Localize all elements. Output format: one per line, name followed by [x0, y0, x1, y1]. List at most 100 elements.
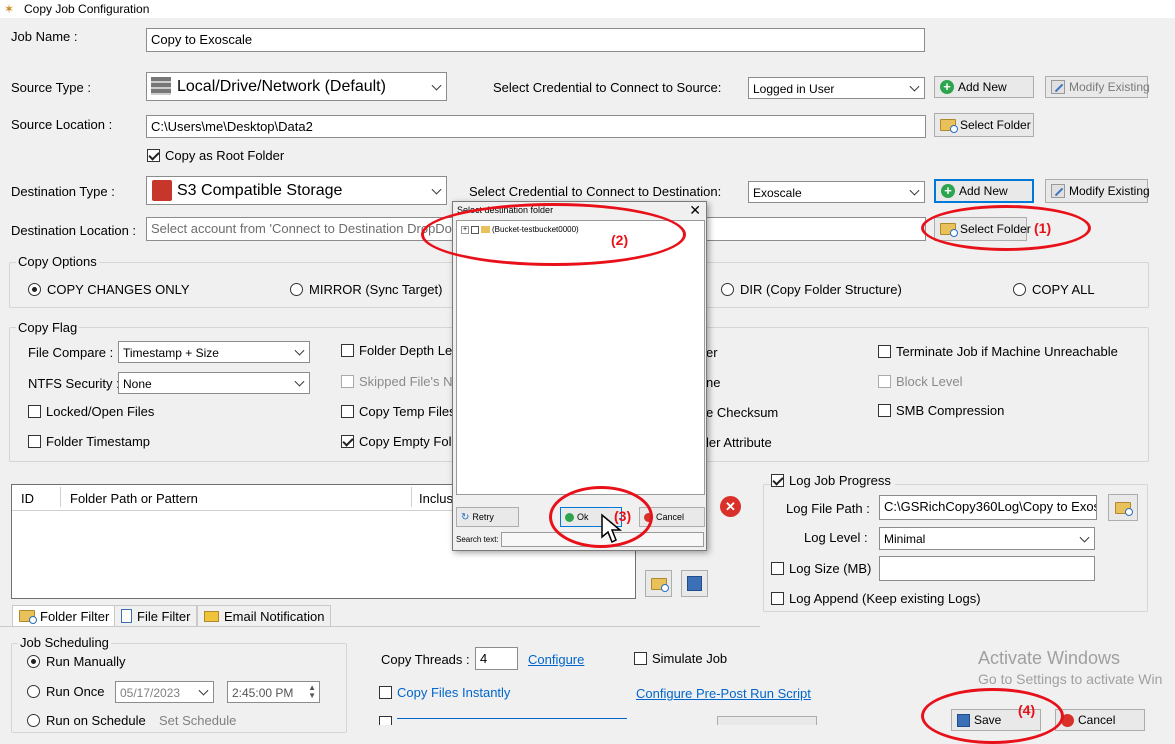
- log-file-path-input[interactable]: C:\GSRichCopy360Log\Copy to Exos: [879, 495, 1097, 520]
- terminate-job-label: Terminate Job if Machine Unreachable: [896, 344, 1118, 359]
- annotation-number-3: (3): [614, 508, 632, 524]
- log-browse-button[interactable]: [1108, 494, 1138, 521]
- run-manually-label: Run Manually: [46, 654, 126, 669]
- copy-flag-title: Copy Flag: [16, 320, 80, 335]
- source-select-folder-label: Select Folder: [960, 118, 1031, 132]
- block-level-checkbox[interactable]: Block Level: [878, 374, 962, 389]
- copy-all-radio[interactable]: COPY ALL: [1013, 282, 1095, 297]
- folder-timestamp-checkbox[interactable]: Folder Timestamp: [28, 434, 150, 449]
- block-level-label: Block Level: [896, 374, 963, 389]
- copy-empty-label: Copy Empty Fold: [359, 434, 459, 449]
- source-add-new-button[interactable]: + Add New: [934, 76, 1034, 98]
- configure-threads-link[interactable]: Configure: [528, 652, 584, 667]
- folder-depth-checkbox[interactable]: Folder Depth Leve: [341, 343, 466, 358]
- copy-empty-checkbox[interactable]: Copy Empty Fold: [341, 434, 459, 449]
- source-modify-existing-button[interactable]: Modify Existing: [1045, 76, 1150, 98]
- skipped-files-checkbox[interactable]: Skipped File's N: [341, 374, 453, 389]
- app-icon: ✶: [4, 2, 15, 16]
- tab-file-filter[interactable]: File Filter: [114, 605, 198, 627]
- smb-compression-checkbox[interactable]: SMB Compression: [878, 403, 1004, 418]
- job-name-input[interactable]: Copy to Exoscale: [146, 28, 925, 52]
- log-progress-checkbox[interactable]: Log Job Progress: [771, 473, 895, 488]
- locked-files-label: Locked/Open Files: [46, 404, 155, 419]
- refresh-icon: ↻: [461, 511, 470, 523]
- save-disk-icon: [687, 576, 702, 591]
- col3-label-3: e Checksum: [706, 405, 779, 420]
- mirror-label: MIRROR (Sync Target): [309, 282, 443, 297]
- col-path-header[interactable]: Folder Path or Pattern: [70, 491, 198, 507]
- tab-email-notification[interactable]: Email Notification: [197, 605, 332, 627]
- annotation-oval-4: [921, 688, 1064, 744]
- copy-files-instantly-checkbox[interactable]: Copy Files Instantly: [379, 685, 510, 700]
- simulate-job-checkbox[interactable]: Simulate Job: [634, 651, 727, 666]
- log-file-path-label: Log File Path :: [786, 501, 870, 516]
- dir-label: DIR (Copy Folder Structure): [740, 282, 902, 297]
- run-once-time-picker[interactable]: 2:45:00 PM ▲ ▼: [227, 681, 320, 703]
- skipped-files-label: Skipped File's N: [359, 374, 453, 389]
- retry-button[interactable]: ↻ Retry: [456, 507, 519, 527]
- col-id-header[interactable]: ID: [21, 491, 34, 507]
- col-include-header[interactable]: Inclus: [419, 491, 453, 507]
- log-size-checkbox[interactable]: Log Size (MB): [771, 561, 871, 576]
- title-bar: ✶ Copy Job Configuration: [0, 0, 1175, 18]
- close-icon[interactable]: ✕: [689, 202, 701, 219]
- destination-add-new-button[interactable]: + Add New: [934, 179, 1034, 203]
- copy-threads-input[interactable]: 4: [475, 647, 518, 670]
- terminate-job-checkbox[interactable]: Terminate Job if Machine Unreachable: [878, 344, 1118, 359]
- copy-options-title: Copy Options: [16, 254, 99, 269]
- copy-root-checkbox[interactable]: Copy as Root Folder: [147, 148, 284, 163]
- source-type-select[interactable]: Local/Drive/Network (Default): [146, 72, 447, 101]
- run-once-date-picker[interactable]: 05/17/2023: [115, 681, 214, 703]
- ntfs-security-value: None: [123, 377, 152, 391]
- s3-storage-icon: [152, 180, 172, 201]
- copy-changes-only-label: COPY CHANGES ONLY: [47, 282, 190, 297]
- run-manually-radio[interactable]: Run Manually: [27, 654, 126, 669]
- copy-temp-checkbox[interactable]: Copy Temp Files: [341, 404, 456, 419]
- set-schedule-link[interactable]: Set Schedule: [159, 713, 236, 729]
- source-location-input[interactable]: C:\Users\me\Desktop\Data2: [146, 115, 926, 138]
- log-append-label: Log Append (Keep existing Logs): [789, 591, 981, 606]
- window-title: Copy Job Configuration: [24, 2, 150, 16]
- source-cred-label: Select Credential to Connect to Source:: [493, 80, 722, 95]
- annotation-oval-2: [421, 203, 686, 266]
- import-button[interactable]: [645, 570, 672, 597]
- folder-timestamp-label: Folder Timestamp: [46, 434, 151, 449]
- copy-files-instantly-label: Copy Files Instantly: [397, 685, 511, 700]
- log-progress-label: Log Job Progress: [789, 473, 891, 488]
- destination-modify-existing-button[interactable]: Modify Existing: [1045, 179, 1150, 203]
- folder-depth-label: Folder Depth Leve: [359, 343, 466, 358]
- destination-type-select[interactable]: S3 Compatible Storage: [146, 176, 447, 205]
- destination-location-label: Destination Location :: [11, 223, 137, 238]
- tab-folder-filter[interactable]: Folder Filter: [12, 605, 117, 627]
- ntfs-security-select[interactable]: None: [118, 372, 310, 394]
- source-cred-select[interactable]: Logged in User: [748, 77, 925, 99]
- destination-cred-select[interactable]: Exoscale: [748, 181, 925, 203]
- tab-email-label: Email Notification: [224, 608, 325, 624]
- remove-icon[interactable]: ✕: [720, 496, 741, 517]
- log-append-checkbox[interactable]: Log Append (Keep existing Logs): [771, 591, 981, 606]
- file-compare-select[interactable]: Timestamp + Size: [118, 341, 310, 363]
- annotation-oval-3: [549, 486, 653, 548]
- copy-changes-only-radio[interactable]: COPY CHANGES ONLY: [28, 282, 190, 297]
- log-size-label: Log Size (MB): [789, 561, 872, 576]
- pre-post-script-link[interactable]: Configure Pre-Post Run Script: [636, 686, 811, 701]
- smb-compression-label: SMB Compression: [896, 403, 1005, 418]
- export-button[interactable]: [681, 570, 708, 597]
- log-level-select[interactable]: Minimal: [879, 527, 1095, 550]
- file-compare-label: File Compare :: [28, 345, 114, 360]
- dir-radio[interactable]: DIR (Copy Folder Structure): [721, 282, 902, 297]
- run-on-schedule-label: Run on Schedule: [46, 713, 146, 728]
- ntfs-security-label: NTFS Security :: [28, 376, 120, 391]
- tab-file-filter-label: File Filter: [137, 608, 191, 624]
- run-on-schedule-radio[interactable]: Run on Schedule: [27, 713, 146, 728]
- plus-icon: +: [941, 184, 955, 198]
- mirror-radio[interactable]: MIRROR (Sync Target): [290, 282, 442, 297]
- cancel-button[interactable]: Cancel: [1055, 709, 1145, 731]
- copy-temp-label: Copy Temp Files: [359, 404, 456, 419]
- run-once-radio[interactable]: Run Once: [27, 684, 105, 699]
- locked-files-checkbox[interactable]: Locked/Open Files: [28, 404, 154, 419]
- source-select-folder-button[interactable]: Select Folder: [934, 113, 1034, 137]
- spin-icon: ▲ ▼: [308, 683, 316, 700]
- envelope-icon: [204, 610, 219, 622]
- log-size-input[interactable]: [879, 556, 1095, 581]
